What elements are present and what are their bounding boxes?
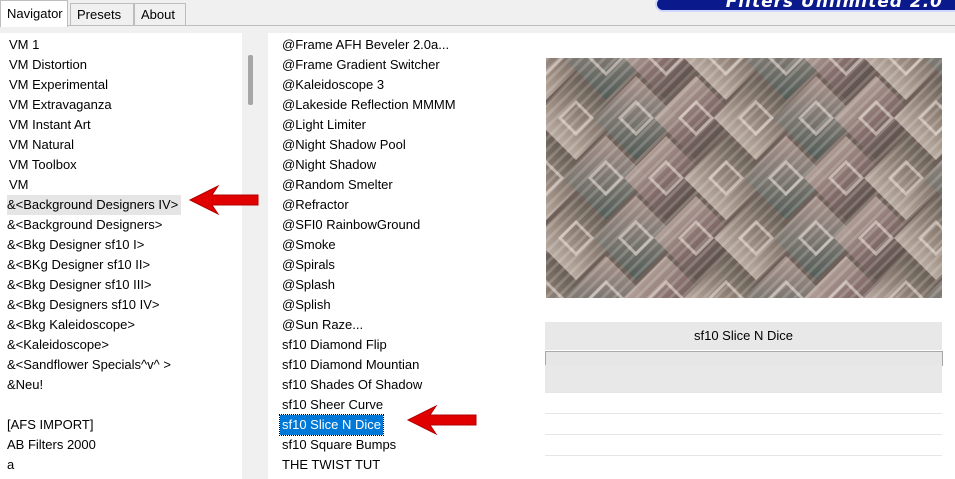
filter-item[interactable]: @Refractor	[282, 195, 349, 215]
filter-item[interactable]: @SFI0 RainbowGround	[282, 215, 420, 235]
category-item[interactable]: &<Background Designers>	[7, 215, 162, 235]
filter-item[interactable]: @Lakeside Reflection MMMM	[282, 95, 456, 115]
category-item[interactable]: [AFS IMPORT]	[7, 415, 93, 435]
category-item[interactable]: &<Bkg Kaleidoscope>	[7, 315, 135, 335]
category-item[interactable]: VM 1	[9, 35, 39, 55]
filter-item[interactable]: sf10 Shades Of Shadow	[282, 375, 422, 395]
selected-filter-title: sf10 Slice N Dice	[694, 328, 793, 343]
category-item[interactable]: VM Extravaganza	[9, 95, 112, 115]
category-item[interactable]: a	[7, 455, 14, 475]
filter-item[interactable]: sf10 Diamond Mountian	[282, 355, 419, 375]
filter-item[interactable]: @Frame AFH Beveler 2.0a...	[282, 35, 449, 55]
category-item[interactable]: VM Toolbox	[9, 155, 77, 175]
filter-item[interactable]: @Spirals	[282, 255, 335, 275]
category-item[interactable]: &Neu!	[7, 375, 43, 395]
category-item[interactable]: &<Bkg Designers sf10 IV>	[7, 295, 159, 315]
category-item[interactable]: VM Experimental	[9, 75, 108, 95]
filter-item[interactable]: @Random Smelter	[282, 175, 393, 195]
filter-item[interactable]: @Smoke	[282, 235, 336, 255]
category-list[interactable]: VM 1 VM Distortion VM Experimental VM Extra…	[0, 33, 242, 479]
filter-item[interactable]: @Night Shadow	[282, 155, 376, 175]
filter-item[interactable]: @Night Shadow Pool	[282, 135, 406, 155]
category-item[interactable]: &<BKg Designer sf10 II>	[7, 255, 150, 275]
category-item[interactable]: VM Distortion	[9, 55, 87, 75]
filter-list[interactable]: @Frame AFH Beveler 2.0a... @Frame Gradien…	[268, 33, 538, 479]
category-item[interactable]: &<Bkg Designer sf10 III>	[7, 275, 152, 295]
category-item[interactable]: VM Instant Art	[9, 115, 91, 135]
annotation-arrow-filter	[406, 404, 477, 436]
parameter-slot[interactable]	[545, 413, 942, 434]
category-item[interactable]: &<Kaleidoscope>	[7, 335, 109, 355]
filter-item[interactable]: sf10 Diamond Flip	[282, 335, 387, 355]
filter-item[interactable]: @Frame Gradient Switcher	[282, 55, 440, 75]
category-scrollbar-thumb[interactable]	[248, 55, 253, 105]
category-item[interactable]: &<Sandflower Specials^v^ >	[7, 355, 171, 375]
product-banner: Filters Unlimited 2.0	[655, 0, 955, 12]
preview-pattern	[546, 58, 942, 298]
filter-item[interactable]: @Splash	[282, 275, 335, 295]
preview-image	[546, 58, 942, 298]
category-item[interactable]: &<Background Designers IV>	[7, 195, 182, 215]
parameter-slot[interactable]	[545, 392, 942, 413]
category-item[interactable]: AB Filters 2000	[7, 435, 96, 455]
annotation-arrow-category	[188, 184, 259, 216]
filter-item[interactable]: @Light Limiter	[282, 115, 366, 135]
category-item[interactable]: VM	[9, 175, 29, 195]
filter-item[interactable]: sf10 Slice N Dice	[279, 414, 384, 436]
control-separator	[545, 365, 942, 392]
filter-item[interactable]: @Splish	[282, 295, 331, 315]
filter-item[interactable]: @Kaleidoscope 3	[282, 75, 384, 95]
filter-item[interactable]: sf10 Square Bumps	[282, 435, 396, 455]
progress-bar	[545, 351, 943, 366]
tab-about[interactable]: About	[134, 3, 186, 25]
filter-item[interactable]: sf10 Sheer Curve	[282, 395, 383, 415]
parameter-slot[interactable]	[545, 434, 942, 455]
banner-title: Filters Unlimited 2.0	[725, 0, 943, 12]
tab-divider	[0, 25, 955, 26]
category-item[interactable]: VM Natural	[9, 135, 74, 155]
filter-item[interactable]: THE TWIST TUT	[282, 455, 380, 475]
category-scrollbar[interactable]	[242, 33, 259, 479]
category-item[interactable]: &<Bkg Designer sf10 I>	[7, 235, 144, 255]
tab-presets[interactable]: Presets	[70, 3, 134, 25]
tab-navigator[interactable]: Navigator	[0, 0, 68, 27]
parameter-slot[interactable]	[545, 455, 942, 476]
filter-item[interactable]: @Sun Raze...	[282, 315, 363, 335]
